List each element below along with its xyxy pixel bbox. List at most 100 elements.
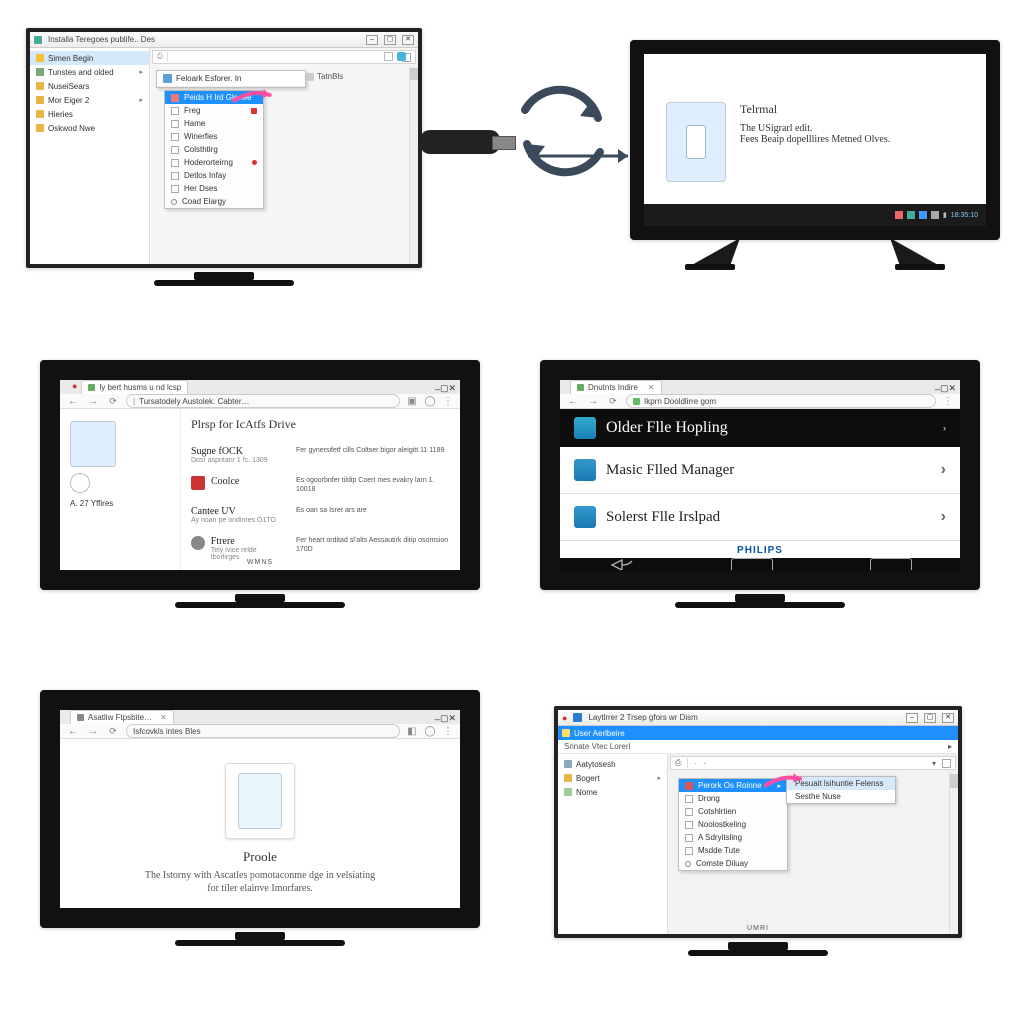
maximize-button[interactable]: ▢ [924,713,936,723]
forward-button[interactable]: → [586,396,600,407]
maximize-button[interactable]: ▢ [940,383,949,394]
menu-item[interactable]: Hoderorteirng [165,156,263,169]
tab-label: ly bert husms u nd lcsp [99,383,181,392]
menu-item[interactable]: Her Dses [165,182,263,195]
menu-icon[interactable]: ⋮ [442,726,454,737]
reload-button[interactable]: ⟳ [106,396,120,407]
list-item[interactable]: Masic Flled Manager › [560,447,960,494]
profile-icon[interactable]: ◯ [424,396,436,407]
close-button[interactable]: ✕ [448,383,456,394]
menu-item[interactable]: Noolostkeling [679,818,787,831]
chevron-right-icon: › [941,461,946,479]
app-icon [574,417,596,439]
dropdown-header: Feloark Esforer. In [157,71,305,87]
url-field[interactable]: Ikprn Dooldlirre gom [626,394,936,408]
toolbar-icon[interactable] [397,52,406,61]
menu-icon[interactable]: ⋮ [442,396,454,407]
menu-item[interactable]: Colsthtlrg [165,143,263,156]
menu-item[interactable]: Hame [165,117,263,130]
cast-icon[interactable]: ▣ [406,396,418,407]
back-button[interactable]: ← [66,726,80,737]
maximize-button[interactable]: ▢ [440,383,449,394]
sidebar-item[interactable]: Bogert▸ [558,771,667,785]
nav-back-button[interactable] [608,558,634,572]
sidebar-item[interactable]: NuseiSears [30,79,149,93]
toolbar-icon[interactable] [384,52,393,61]
content-link[interactable]: Domly be to plst horme file rloged filas [173,911,347,923]
profile-icon[interactable]: ◯ [424,726,436,737]
selection-label: User Aerlbeire [574,729,625,738]
menu-item-label: Msdde Tute [698,846,740,855]
menu-item[interactable]: Coad Elargy [165,195,263,208]
menu-item[interactable]: Detlos Infay [165,169,263,182]
menu-item-label: Coad Elargy [182,197,226,206]
url-field[interactable]: |Tursatodely Austolek. Cabter… [126,394,400,408]
sidebar-item-label: Bogert [576,774,600,783]
path-bar: Snnate Vtec Lorerl ▸ [558,740,958,754]
context-dropdown: Feloark Esforer. In [156,70,306,88]
sidebar-item[interactable]: Aatytosesh [558,757,667,771]
sidebar-item[interactable]: Oskwod Nwe [30,121,149,135]
minimize-button[interactable]: – [366,35,378,45]
gear-icon[interactable] [70,473,90,493]
reload-button[interactable]: ⟳ [106,726,120,737]
forward-button[interactable]: → [86,396,100,407]
sidebar-item[interactable]: Tunstes and olded▸ [30,65,149,79]
menu-item[interactable]: Comste Diluay [679,857,787,870]
back-button[interactable]: ← [66,396,80,407]
list-row[interactable]: Sugne fOCKDosr aspntanr 1 fc. 1309Fer gy… [191,440,450,470]
sidebar-item[interactable]: Nome [558,785,667,799]
menu-item-label: Hame [184,119,205,128]
doc-icon [685,808,693,816]
lock-icon [633,398,640,405]
doc-icon [171,146,179,154]
list-item[interactable]: Solerst Flle Irslpad › [560,494,960,541]
close-button[interactable]: ✕ [448,713,456,724]
back-button[interactable]: ← [566,396,580,407]
maximize-button[interactable]: ▢ [440,713,449,724]
reload-button[interactable]: ⟳ [606,396,620,407]
browser-tab[interactable]: ly bert husms u nd lcsp [81,380,188,394]
tab-favicon [88,384,95,391]
star-icon [36,54,44,62]
nav-recent-button[interactable] [870,558,912,572]
menu-item-label: Colsthtlrg [184,145,218,154]
url-field[interactable]: Isfcovkls intes Bles [126,724,400,738]
menu-icon[interactable]: ⋮ [942,396,954,407]
tv-taskbar: ▮ 18:35:10 [644,204,986,226]
menu-item[interactable]: Cotshlrtien [679,805,787,818]
minimize-button[interactable]: – [906,713,918,723]
doc-icon [685,821,693,829]
window-title: Laytlrrer 2 Trsep gfors wr Dism [588,713,697,722]
close-button[interactable]: ✕ [402,35,414,45]
menu-item-label: Noolostkeling [698,820,746,829]
sidebar-item[interactable]: Mor Eiger 2▸ [30,93,149,107]
app-header[interactable]: Older Flle Hopling › [560,409,960,447]
list-row[interactable]: Cantee UVAy noan pe ondinres O1TOEs oan … [191,500,450,530]
sidebar-item[interactable]: Hieries [30,107,149,121]
sidebar-item[interactable]: Simen Begin [30,51,149,65]
forward-button[interactable]: → [86,726,100,737]
maximize-button[interactable]: ▢ [384,35,396,45]
list-row[interactable]: CoolceEs ogoorbnfer tildip Coert mes eva… [191,470,450,500]
terminal-line: Fees Beaip dopelllires Metned Olves. [740,134,890,145]
browser-tab[interactable]: Asatliw Ftpsbite…✕ [70,710,174,724]
menu-item[interactable]: Winerfies [165,130,263,143]
extension-icon[interactable]: ◧ [406,726,418,737]
folder-icon [36,82,44,90]
menu-item[interactable]: Drong [679,792,787,805]
list-row[interactable]: FtrereTely ivice relde tborlirgesFer hea… [191,530,450,567]
browser-tab[interactable]: Dnutnts Indire✕ [570,380,662,394]
close-button[interactable]: ✕ [942,713,954,723]
selection-bar: User Aerlbeire [558,726,958,740]
content-main: Plrsp for IcAtfs Drive Sugne fOCKDosr as… [180,409,460,573]
nav-home-button[interactable] [731,558,773,572]
app-header-label: Older Flle Hopling [606,419,728,437]
menu-item[interactable]: Msdde Tute [679,844,787,857]
app-icon [573,713,582,722]
row-title: Sugne fOCK [191,446,268,457]
menu-item[interactable]: A Sdryitsling [679,831,787,844]
doc-icon [685,795,693,803]
close-button[interactable]: ✕ [948,383,956,394]
sync-arrows-icon [500,70,625,197]
